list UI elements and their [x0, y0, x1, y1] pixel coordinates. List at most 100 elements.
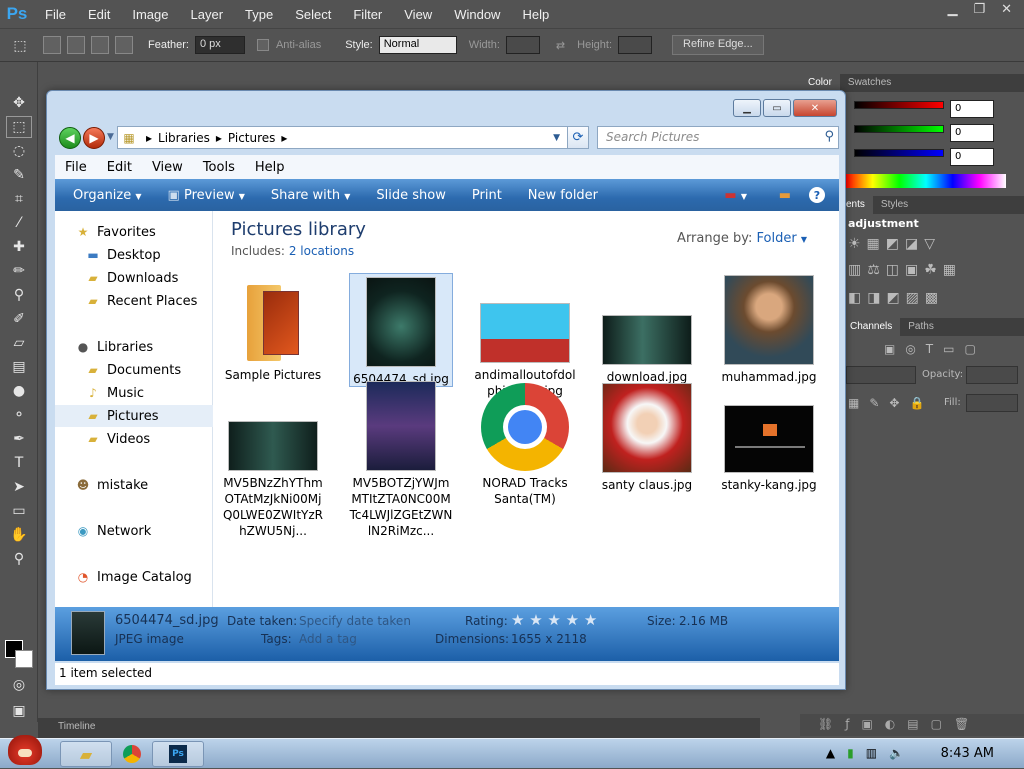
print-button[interactable]: Print — [454, 188, 510, 203]
nav-downloads[interactable]: ▰ Downloads — [55, 267, 213, 289]
opacity-input[interactable] — [966, 366, 1018, 384]
subtract-selection-icon[interactable] — [91, 36, 109, 54]
eyedropper-icon[interactable]: ⁄ — [6, 212, 32, 234]
file-item[interactable]: muhammad.jpg — [717, 275, 821, 385]
ps-menu-help[interactable]: Help — [511, 7, 560, 22]
tags-value[interactable]: Add a tag — [299, 632, 357, 646]
quick-mask-icon[interactable]: ◎ — [6, 674, 32, 696]
marquee-tool-icon[interactable]: ⬚ — [6, 116, 32, 138]
includes-locations-link[interactable]: 2 locations — [289, 244, 354, 258]
stamp-tool-icon[interactable]: ⚲ — [6, 284, 32, 306]
menu-edit[interactable]: Edit — [97, 160, 142, 175]
green-value[interactable]: 0 — [950, 124, 994, 142]
show-hidden-icons[interactable]: ▲ — [826, 746, 835, 760]
blue-slider[interactable] — [854, 149, 944, 157]
adjustment-icons-row3[interactable]: ◧◨◩▨▩ — [848, 290, 944, 306]
minimize-icon[interactable]: ▁ — [947, 2, 957, 17]
search-icon[interactable]: ⚲ — [824, 129, 834, 144]
refresh-button[interactable]: ⟳ — [567, 126, 589, 149]
nav-documents[interactable]: ▰ Documents — [55, 359, 213, 381]
file-item[interactable]: MV5BNzZhYThmOTAtMzJkNi00MjQ0LWE0ZWItYzRh… — [221, 421, 325, 539]
layer-filter-icons[interactable]: ▣◎T▭▢ — [884, 342, 986, 356]
color-swatches[interactable] — [5, 640, 35, 670]
menu-tools[interactable]: Tools — [193, 160, 245, 175]
nav-pictures[interactable]: ▰ Pictures — [55, 405, 213, 427]
height-input[interactable] — [618, 36, 652, 54]
nav-recent-places[interactable]: ▰ Recent Places — [55, 290, 213, 312]
file-item[interactable]: MV5BOTZjYWJmMTItZTA0NC00MTc4LWJlZGEtZWNl… — [349, 381, 453, 539]
crop-tool-icon[interactable]: ⌗ — [6, 188, 32, 210]
slide-show-button[interactable]: Slide show — [358, 188, 453, 203]
hand-tool-icon[interactable]: ✋ — [6, 524, 32, 546]
taskbar-chrome[interactable] — [106, 741, 158, 767]
ps-menu-file[interactable]: File — [34, 7, 77, 22]
quick-select-icon[interactable]: ✎ — [6, 164, 32, 186]
eraser-tool-icon[interactable]: ▱ — [6, 332, 32, 354]
type-tool-icon[interactable]: T — [6, 452, 32, 474]
tab-paths[interactable]: Paths — [900, 318, 942, 336]
organize-button[interactable]: Organize ▼ — [55, 188, 150, 203]
rating-stars[interactable]: ★ ★ ★ ★ ★ — [511, 611, 597, 629]
minimize-button[interactable]: ▁ — [733, 99, 761, 117]
breadcrumb-pictures[interactable]: Pictures — [228, 131, 276, 145]
zoom-tool-icon[interactable]: ⚲ — [6, 548, 32, 570]
menu-view[interactable]: View — [142, 160, 193, 175]
nav-music[interactable]: ♪ Music — [55, 382, 213, 404]
menu-file[interactable]: File — [55, 160, 97, 175]
date-taken-value[interactable]: Specify date taken — [299, 614, 411, 628]
help-icon[interactable]: ? — [809, 187, 825, 203]
recent-pages-chevron-icon[interactable]: ▼ — [107, 132, 114, 142]
file-item[interactable]: Sample Pictures — [221, 277, 325, 383]
search-input[interactable]: Search Pictures ⚲ — [597, 126, 839, 149]
volume-icon[interactable]: 🔈 — [889, 746, 904, 760]
ps-menu-type[interactable]: Type — [234, 7, 284, 22]
file-item-selected[interactable]: 6504474_sd.jpg — [349, 273, 453, 387]
move-tool-icon[interactable]: ✥ — [6, 92, 32, 114]
red-slider[interactable] — [854, 101, 944, 109]
ps-menu-layer[interactable]: Layer — [180, 7, 235, 22]
menu-help[interactable]: Help — [245, 160, 295, 175]
breadcrumb-libraries[interactable]: Libraries — [158, 131, 210, 145]
arrange-by-select[interactable]: Folder ▼ — [757, 231, 807, 246]
timeline-panel[interactable]: Timeline — [38, 718, 760, 738]
explorer-titlebar[interactable]: ▁ ▭ ✕ — [47, 91, 845, 123]
file-item[interactable]: santy claus.jpg — [595, 383, 699, 493]
feather-input[interactable]: 0 px — [194, 36, 245, 54]
battery-icon[interactable]: ▮ — [847, 746, 854, 760]
forward-button[interactable]: ▶ — [83, 127, 105, 149]
close-button[interactable]: ✕ — [793, 99, 837, 117]
taskbar-explorer[interactable]: ▰ — [60, 741, 112, 767]
blur-tool-icon[interactable]: ● — [6, 380, 32, 402]
file-item[interactable]: stanky-kang.jpg — [717, 405, 821, 493]
nav-image-catalog[interactable]: ◔ Image Catalog — [55, 566, 213, 588]
gradient-tool-icon[interactable]: ▤ — [6, 356, 32, 378]
nav-libraries[interactable]: ● Libraries — [55, 336, 213, 358]
clock[interactable]: 8:43 AM — [941, 746, 994, 761]
ps-menu-edit[interactable]: Edit — [77, 7, 121, 22]
adjustment-icons-row2[interactable]: ▥⚖◫▣☘▦ — [848, 262, 962, 278]
green-slider[interactable] — [854, 125, 944, 133]
start-button[interactable] — [2, 731, 48, 769]
adjustment-icons[interactable]: ☀▦◩◪▽ — [848, 236, 941, 252]
fill-input[interactable] — [966, 394, 1018, 412]
restore-icon[interactable]: ❐ — [973, 2, 985, 17]
tab-styles[interactable]: Styles — [873, 196, 916, 214]
taskbar-photoshop[interactable]: Ps — [152, 741, 204, 767]
nav-favorites[interactable]: ★ Favorites — [55, 221, 213, 243]
new-selection-icon[interactable] — [43, 36, 61, 54]
ps-menu-view[interactable]: View — [393, 7, 443, 22]
pen-tool-icon[interactable]: ✒ — [6, 428, 32, 450]
style-select[interactable]: Normal — [378, 36, 457, 54]
intersect-selection-icon[interactable] — [115, 36, 133, 54]
view-options-icon[interactable]: ▬ ▼ — [724, 188, 747, 203]
healing-brush-icon[interactable]: ✚ — [6, 236, 32, 258]
close-icon[interactable]: ✕ — [1001, 2, 1012, 17]
nav-desktop[interactable]: ▬ Desktop — [55, 244, 213, 266]
swap-icon[interactable]: ⇄ — [556, 39, 565, 52]
lasso-tool-icon[interactable]: ◌ — [6, 140, 32, 162]
antialias-checkbox[interactable] — [256, 39, 269, 51]
blend-mode-select[interactable] — [846, 366, 916, 384]
color-ramp[interactable] — [846, 174, 1006, 188]
blue-value[interactable]: 0 — [950, 148, 994, 166]
dodge-tool-icon[interactable]: ⚬ — [6, 404, 32, 426]
